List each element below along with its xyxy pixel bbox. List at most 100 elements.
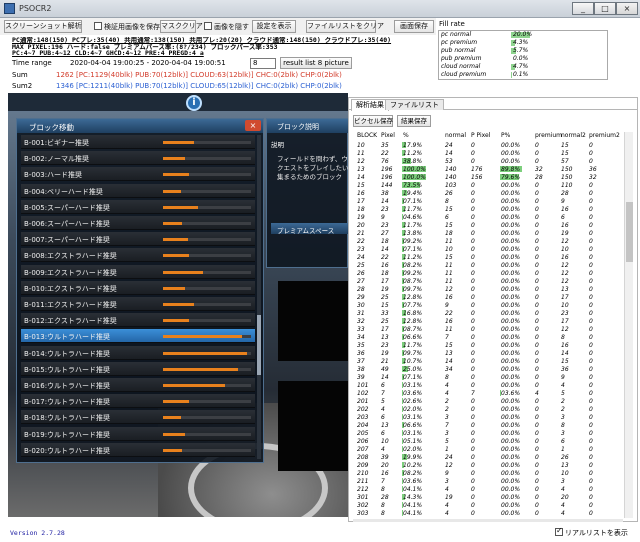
fill-rate-row: cloud normal 4.7%: [439, 63, 607, 71]
block-occupancy-bar: [163, 286, 185, 290]
hide-image-label: 画像を隠す: [214, 23, 249, 31]
block-occupancy-bar: [163, 141, 194, 144]
sum2-label: Sum2: [12, 82, 33, 90]
sum2-value: 1346 [PC:1211(40blk) PUB:70(12blk)] CLOU…: [56, 82, 342, 90]
block-occupancy-bar: [163, 238, 188, 242]
analysis-panel: 解析結果 ファイルリスト ピクセル保存 結果保存 BLOCK Pixel% norm…: [348, 97, 638, 522]
premium-space-header: プレミアムスペース: [271, 223, 348, 235]
screenshot-analysis-button[interactable]: スクリーンショット解析: [4, 20, 82, 33]
block-name: B-004:ベリーハード推奨: [24, 187, 103, 196]
fill-rate-value: 4.3%: [513, 39, 529, 46]
version-label: Version 2.7.28: [10, 529, 65, 537]
time-range-value: 2020-04-04 19:00:25 - 2020-04-04 19:00:5…: [70, 59, 226, 67]
sum-label: Sum: [12, 71, 28, 79]
block-occupancy-bar: [163, 367, 238, 371]
block-occupancy-bar: [163, 205, 199, 209]
tab-analysis-results[interactable]: 解析結果: [351, 99, 389, 111]
results-scrollbar[interactable]: [624, 132, 633, 518]
mask-clear-button[interactable]: マスククリア: [160, 20, 203, 33]
fill-rate-value: 0.1%: [513, 71, 529, 78]
block-occupancy-track: [163, 400, 251, 404]
description-title: ブロック説明: [267, 119, 348, 133]
cell: 0: [535, 510, 539, 517]
block-name: B-005:スーパーハード推奨: [24, 203, 110, 212]
cell: 0: [589, 510, 593, 517]
window-title: PSOCR2: [19, 4, 52, 13]
block-panel-title: ブロック移動: [29, 123, 74, 132]
block-row: B-018:ウルトラハード推奨: [21, 410, 255, 425]
block-panel-titlebar: ブロック移動 ×: [17, 119, 263, 133]
block-occupancy-bar: [163, 351, 247, 355]
block-occupancy-track: [163, 367, 251, 371]
fill-rate-value: 0.0%: [513, 55, 529, 62]
clear-filelist-button[interactable]: ファイルリストをクリア: [306, 20, 384, 33]
fill-rate-row: pub normal 5.7%: [439, 47, 607, 55]
block-row: B-006:スーパーハード推奨: [21, 216, 255, 230]
toolbar: スクリーンショット解析 検証用画像を保存 マスククリア 画像を隠す 設定を表示 …: [0, 18, 436, 35]
block-row: B-017:ウルトラハード推奨: [21, 394, 255, 409]
results-grid: BLOCK Pixel% normal P Pixel P% premium normal2…: [353, 132, 621, 518]
block-occupancy-bar: [163, 448, 183, 452]
block-occupancy-track: [163, 351, 251, 355]
column-header: normal: [445, 132, 467, 139]
block-occupancy-track: [163, 141, 251, 144]
cell: 0: [471, 510, 475, 517]
minimize-button[interactable]: _: [572, 2, 594, 15]
block-occupancy-bar: [163, 400, 190, 404]
result-count-input[interactable]: 8: [250, 58, 276, 69]
block-occupancy-bar: [163, 157, 185, 161]
save-verify-image-label: 検証用画像を保存: [104, 23, 160, 31]
block-row: B-019:ウルトラハード推奨: [21, 426, 255, 441]
block-name: B-008:エクストラハード推奨: [24, 252, 117, 261]
fill-rate-table: pc normal 20.0% pc premium 4.3% pub normal 5.…: [438, 30, 608, 80]
block-row: B-011:エクストラハード推奨: [21, 297, 255, 311]
block-row: B-001:ビギナー推奨: [21, 135, 255, 149]
block-occupancy-track: [163, 205, 251, 209]
realtime-list-checkbox[interactable]: リアルリストを表示: [555, 526, 628, 538]
status-line: PC:4~7 PUB:4~12 CLD:4~7 GHCD:4~12 PRE:4 …: [12, 50, 204, 57]
block-occupancy-bar: [163, 432, 185, 436]
block-occupancy-bar: [163, 319, 190, 323]
block-name: B-002:ノーマル推奨: [24, 155, 90, 164]
block-occupancy-track: [163, 448, 251, 452]
block-name: B-007:スーパーハード推奨: [24, 236, 110, 245]
block-occupancy-track: [163, 432, 251, 436]
cell: 04.1%: [403, 510, 423, 517]
block-description-panel: ブロック説明 説明 フィールドを問わず、ウ クエストをプレイしたい 集まるための…: [266, 118, 348, 268]
block-row: B-008:エクストラハード推奨: [21, 248, 255, 263]
block-row: B-002:ノーマル推奨: [21, 151, 255, 166]
save-result-button[interactable]: 結果保存: [397, 115, 431, 127]
app-icon: [4, 3, 15, 14]
save-verify-image-checkbox[interactable]: 検証用画像を保存: [94, 22, 160, 32]
block-name: B-017:ウルトラハード推奨: [24, 398, 110, 407]
block-name: B-003:ハード推奨: [24, 171, 83, 180]
save-pixel-button[interactable]: ピクセル保存: [353, 115, 393, 127]
fill-rate-name: pc normal: [441, 31, 472, 38]
close-button[interactable]: ×: [616, 2, 638, 15]
block-occupancy-track: [163, 157, 251, 161]
fill-rate-value: 4.7%: [513, 63, 529, 70]
column-header: premium: [535, 132, 562, 139]
results-scroll-thumb[interactable]: [626, 202, 633, 262]
results-hscrollbar[interactable]: [353, 519, 623, 522]
block-occupancy-track: [163, 189, 251, 193]
block-occupancy-track: [163, 416, 251, 420]
block-move-panel: ブロック移動 × B-001:ビギナー推奨 B-002:ノーマル推奨 B-003:ハ…: [16, 118, 264, 463]
cell: 4: [445, 510, 449, 517]
block-occupancy-track: [163, 319, 251, 323]
save-screen-button[interactable]: 画面保存: [394, 20, 434, 33]
tab-file-list[interactable]: ファイルリスト: [385, 99, 444, 110]
cell: 303: [357, 510, 369, 517]
result-list-button[interactable]: result list 8 picture: [280, 57, 352, 69]
block-occupancy-track: [163, 222, 251, 225]
maximize-button[interactable]: □: [594, 2, 616, 15]
block-panel-close-icon: ×: [245, 120, 261, 131]
block-occupancy-track: [163, 270, 251, 274]
block-name: B-011:エクストラハード推奨: [24, 301, 117, 309]
block-occupancy-bar: [163, 335, 243, 339]
redaction-block: [278, 281, 348, 361]
hide-image-checkbox[interactable]: 画像を隠す: [204, 22, 249, 32]
game-topbar: [8, 93, 348, 111]
show-settings-button[interactable]: 設定を表示: [252, 20, 296, 33]
block-occupancy-track: [163, 303, 251, 306]
